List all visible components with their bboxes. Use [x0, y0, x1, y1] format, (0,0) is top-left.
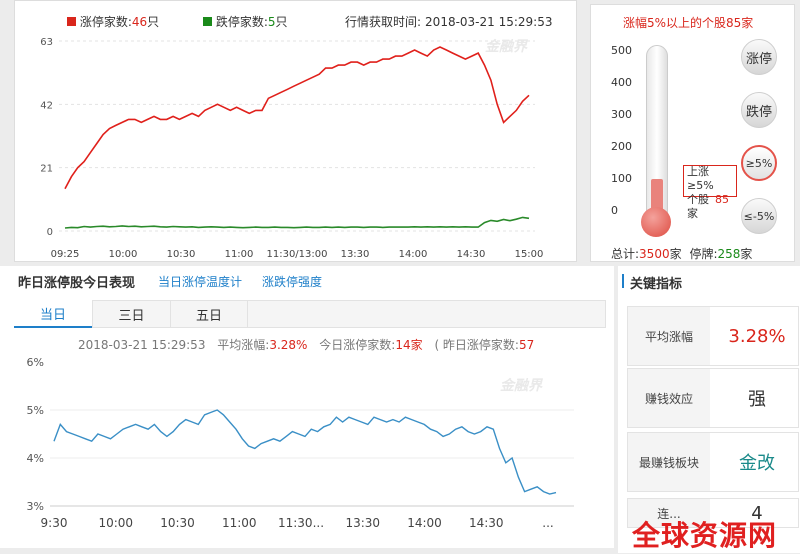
thermo-scale-label: 300: [611, 108, 632, 121]
halt-label: 停牌:: [689, 247, 718, 261]
halt-value: 258: [717, 247, 741, 261]
total-value: 3500: [639, 247, 670, 261]
x-tick-label: 9:30: [41, 516, 68, 530]
limit-down-series-line: [64, 216, 530, 229]
thermo-scale-label: 500: [611, 44, 632, 57]
watermark: 金融界: [500, 377, 544, 394]
key-card-label: 平均涨幅: [628, 307, 710, 365]
y-tick-label: 5%: [27, 404, 44, 417]
key-card: 最赚钱板块 金改: [627, 432, 799, 492]
x-tick-label: 14:30: [469, 516, 504, 530]
title-accent: [622, 274, 624, 288]
thermo-tooltip: 上涨 ≥5% 个股 85 家: [687, 165, 729, 221]
key-title: 关键指标: [630, 277, 683, 292]
y-tick-label: 63: [40, 37, 53, 48]
yesterday-limit-up-panel: 昨日涨停股今日表现 当日涨停温度计 涨跌停强度 当日 三日 五日 2018-03…: [0, 266, 614, 548]
x-tick-label: 10:30: [167, 249, 196, 260]
thermo-scale-label: 200: [611, 140, 632, 153]
total-label: 总计:: [611, 247, 640, 261]
performance-line-chart: 3% 4% 5% 6% 9:30 10:00 10:30 11:00 11:30... 13:30…: [27, 356, 574, 530]
y-tick-label: 0: [47, 227, 53, 238]
total-count: 总计:3500家 停牌:258家: [611, 245, 752, 262]
y-tick-label: 21: [40, 164, 53, 175]
x-tick-label: 10:00: [98, 516, 133, 530]
x-tick-label: 14:00: [407, 516, 442, 530]
thermo-scale-label: 400: [611, 76, 632, 89]
key-indicators-panel: 关键指标 平均涨幅 3.28% 赚钱效应强最赚钱板块 金改 连... 4 全球资源网: [618, 266, 800, 553]
thermo-scale-label: 0: [611, 204, 618, 217]
limit-up-line-chart: 0 21 42 63 09:25 10:00 10:30 11:00 11:30/13:00 13…: [40, 37, 544, 260]
y-tick-label: 3%: [27, 500, 44, 513]
performance-series-line: [53, 409, 557, 495]
limit-up-count-panel: 涨停家数:46只 跌停家数:5只 行情获取时间: 2018-03-21 15:29…: [14, 0, 577, 262]
thermometer-panel: 涨幅5%以上的个股85家 500 400 300 200 100 0 上涨 ≥5% 个股 8…: [590, 4, 795, 262]
key-card: 平均涨幅 3.28%: [627, 306, 799, 366]
total-unit: 家: [669, 247, 682, 261]
x-tick-label: 09:25: [51, 249, 80, 260]
thermometer-bulb: [641, 207, 671, 237]
watermark: 金融界: [485, 38, 529, 55]
limit-up-button[interactable]: 涨停: [741, 39, 777, 75]
limit-up-series-line: [64, 46, 530, 190]
thermo-scale-label: 100: [611, 172, 632, 185]
key-card: 赚钱效应 强: [627, 368, 799, 428]
x-tick-label: 13:30: [345, 516, 380, 530]
key-card-value: 金改: [739, 453, 775, 474]
site-watermark: 全球资源网: [632, 519, 778, 552]
tooltip-line2: ≥5%: [687, 179, 714, 192]
y-tick-label: 42: [40, 100, 53, 111]
limit-down-button[interactable]: 跌停: [741, 92, 777, 128]
tooltip-line3: 个股: [687, 193, 709, 206]
loss-5pct-button[interactable]: ≤-5%: [741, 198, 777, 234]
key-card-value: 3.28%: [728, 325, 786, 347]
y-tick-label: 4%: [27, 452, 44, 465]
x-tick-label: 14:00: [399, 249, 428, 260]
halt-unit: 家: [740, 247, 753, 261]
x-tick-label: 11:00: [222, 516, 257, 530]
tooltip-line1: 上涨: [687, 165, 709, 178]
thermometer-tube: [646, 45, 668, 225]
key-card-value: 强: [748, 389, 766, 410]
y-tick-label: 6%: [27, 356, 44, 369]
tooltip-line4: 家: [687, 207, 698, 220]
tooltip-value: 85: [715, 193, 729, 206]
x-tick-label: 14:30: [457, 249, 486, 260]
gain-5pct-button[interactable]: ≥5%: [741, 145, 777, 181]
thermo-title: 涨幅5%以上的个股85家: [623, 16, 754, 30]
key-card-label: 赚钱效应: [628, 369, 710, 427]
x-tick-label: ...: [542, 516, 553, 530]
x-tick-label: 11:00: [225, 249, 254, 260]
x-tick-label: 10:00: [109, 249, 138, 260]
x-tick-label: 11:30/13:00: [266, 249, 327, 260]
x-tick-label: 13:30: [341, 249, 370, 260]
key-card-label: 最赚钱板块: [628, 433, 710, 491]
x-tick-label: 15:00: [515, 249, 544, 260]
x-tick-label: 11:30...: [278, 516, 324, 530]
x-tick-label: 10:30: [160, 516, 195, 530]
